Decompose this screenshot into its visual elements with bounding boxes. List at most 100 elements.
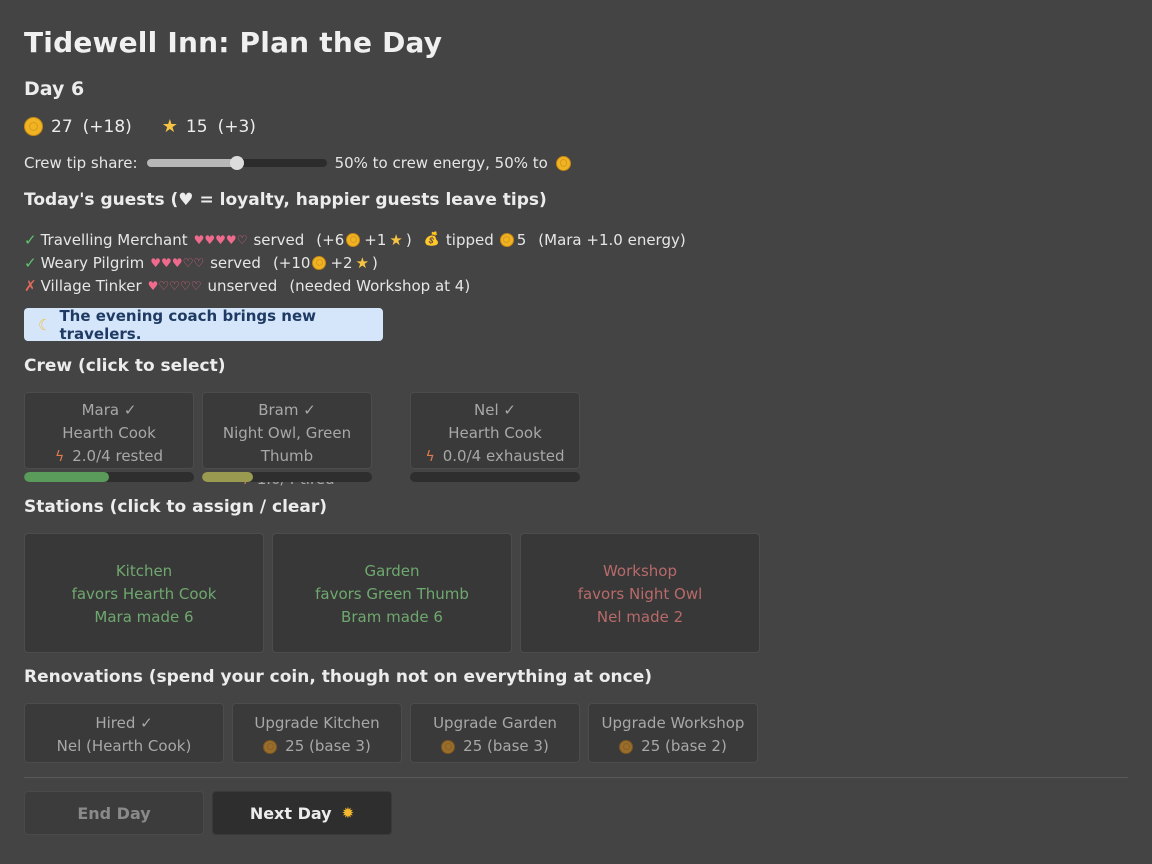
renovation-cost: 25 (base 3) xyxy=(411,735,579,758)
lightning-icon: ϟ xyxy=(55,449,65,465)
loyalty-hearts: ♥♥♥♡♡ xyxy=(150,255,205,270)
renovation-title: Hired ✓ xyxy=(95,714,153,732)
energy-bar-fill xyxy=(202,472,253,482)
served-check-icon: ✓ xyxy=(24,230,37,249)
base-value: (base 3) xyxy=(487,737,549,755)
guest-note: (needed Workshop at 4) xyxy=(289,276,471,295)
station-name: Workshop xyxy=(602,562,677,580)
station-result: Bram made 6 xyxy=(341,608,443,626)
crew-energy: ϟ 2.0/4 rested xyxy=(25,445,193,469)
cost-value: 25 xyxy=(463,737,483,755)
crew-name: Nel ✓ xyxy=(474,401,516,419)
coin-icon xyxy=(499,232,514,247)
day-label: Day 6 xyxy=(24,78,85,100)
gain-close: ) xyxy=(372,253,378,272)
tip-share-caption: 50% to crew energy, 50% to xyxy=(334,154,548,172)
coin-icon xyxy=(441,739,456,754)
station-garden[interactable]: Garden favors Green Thumb Bram made 6 xyxy=(272,533,512,653)
loyalty-hearts: ♥♥♥♥♡ xyxy=(193,232,248,247)
resource-stats: 27 (+18) ★ 15 (+3) xyxy=(24,116,256,137)
upgrade-kitchen-button[interactable]: Upgrade Kitchen 25 (base 3) xyxy=(232,703,402,763)
guest-status: served xyxy=(210,253,261,272)
station-favors: favors Night Owl xyxy=(577,585,703,603)
tip-note: (Mara +1.0 energy) xyxy=(538,230,686,249)
guest-list: ✓ Travelling Merchant ♥♥♥♥♡ served (+6 +… xyxy=(24,228,686,297)
guest-row-merchant: ✓ Travelling Merchant ♥♥♥♥♡ served (+6 +… xyxy=(24,228,686,251)
guest-row-tinker: ✗ Village Tinker ♥♡♡♡♡ unserved (needed … xyxy=(24,274,686,297)
notice-text: The evening coach brings new travelers. xyxy=(59,306,317,343)
upgrade-garden-button[interactable]: Upgrade Garden 25 (base 3) xyxy=(410,703,580,763)
end-day-button[interactable]: End Day xyxy=(24,791,204,835)
tip-share-label: Crew tip share: xyxy=(24,154,138,172)
next-day-button[interactable]: Next Day ✹ xyxy=(212,791,392,835)
crew-traits: Hearth Cook xyxy=(62,424,156,442)
energy-value: 2.0/4 xyxy=(72,447,111,465)
cost-value: 25 xyxy=(285,737,305,755)
renovation-cost: 25 (base 3) xyxy=(233,735,401,758)
guest-name: Village Tinker xyxy=(40,276,142,295)
loyalty-hearts: ♥♡♡♡♡ xyxy=(147,278,202,293)
renovations-heading: Renovations (spend your coin, though not… xyxy=(24,667,652,687)
money-bag-icon: 💰 xyxy=(423,232,440,247)
crew-energy: ϟ 0.0/4 exhausted xyxy=(411,445,579,469)
coin-icon xyxy=(555,155,571,171)
guest-name: Travelling Merchant xyxy=(40,230,188,249)
crew-traits: Hearth Cook xyxy=(448,424,542,442)
unserved-cross-icon: ✗ xyxy=(24,276,37,295)
renovation-title: Upgrade Garden xyxy=(433,714,557,732)
energy-bar-nel xyxy=(410,472,580,482)
coin-delta: (+18) xyxy=(82,116,132,137)
coin-icon xyxy=(312,255,327,270)
upgrade-workshop-button[interactable]: Upgrade Workshop 25 (base 2) xyxy=(588,703,758,763)
star-icon: ★ xyxy=(389,230,403,249)
tip-label: tipped xyxy=(445,230,494,249)
next-day-label: Next Day xyxy=(249,803,332,823)
crew-traits: Night Owl, Green Thumb xyxy=(222,424,352,465)
guest-row-pilgrim: ✓ Weary Pilgrim ♥♥♥♡♡ served (+10 +2 ★ ) xyxy=(24,251,686,274)
crew-card-nel[interactable]: Nel ✓ Hearth Cook ϟ 0.0/4 exhausted xyxy=(410,392,580,469)
renovation-title: Upgrade Workshop xyxy=(601,714,745,732)
coin-icon xyxy=(263,739,278,754)
star-gain: +2 xyxy=(330,253,353,272)
energy-value: 0.0/4 xyxy=(442,447,482,465)
station-result: Nel made 2 xyxy=(596,608,684,626)
renovation-hired[interactable]: Hired ✓ Nel (Hearth Cook) xyxy=(24,703,224,763)
divider xyxy=(24,777,1128,778)
guest-status: unserved xyxy=(207,276,278,295)
star-gain: +1 xyxy=(364,230,387,249)
station-favors: favors Hearth Cook xyxy=(71,585,217,603)
cost-value: 25 xyxy=(641,737,661,755)
crew-heading: Crew (click to select) xyxy=(24,356,226,376)
station-result: Mara made 6 xyxy=(94,608,194,626)
crew-name: Mara ✓ xyxy=(81,401,137,419)
renovation-cost: 25 (base 2) xyxy=(589,735,757,758)
renovation-detail: Nel (Hearth Cook) xyxy=(56,737,192,755)
crew-name: Bram ✓ xyxy=(258,401,316,419)
star-count: 15 xyxy=(185,116,208,137)
tip-share-slider[interactable] xyxy=(146,156,327,170)
coin-icon xyxy=(346,232,361,247)
coin-icon xyxy=(24,117,43,136)
event-notice: ☾ The evening coach brings new travelers… xyxy=(24,306,383,343)
guest-name: Weary Pilgrim xyxy=(40,253,145,272)
base-value: (base 2) xyxy=(665,737,727,755)
stations-heading: Stations (click to assign / clear) xyxy=(24,497,328,517)
guest-status: served xyxy=(253,230,305,249)
tip-share-thumb[interactable] xyxy=(229,156,244,170)
guests-heading: Today's guests (♥ = loyalty, happier gue… xyxy=(24,190,547,210)
coin-gain: (+10 xyxy=(272,253,311,272)
station-name: Kitchen xyxy=(115,562,173,580)
station-kitchen[interactable]: Kitchen favors Hearth Cook Mara made 6 xyxy=(24,533,264,653)
coin-icon xyxy=(619,739,634,754)
tip-share-row: Crew tip share: 50% to crew energy, 50% … xyxy=(24,154,571,172)
station-workshop[interactable]: Workshop favors Night Owl Nel made 2 xyxy=(520,533,760,653)
base-value: (base 3) xyxy=(309,737,371,755)
tip-share-fill xyxy=(146,159,237,167)
star-icon: ★ xyxy=(355,253,370,272)
crew-card-bram[interactable]: Bram ✓ Night Owl, Green Thumb ϟ1.0/4 tir… xyxy=(202,392,372,488)
crew-card-mara[interactable]: Mara ✓ Hearth Cook ϟ 2.0/4 rested xyxy=(24,392,194,469)
coin-count: 27 xyxy=(51,116,73,137)
energy-bar-mara xyxy=(24,472,194,482)
tip-amount: 5 xyxy=(516,230,527,249)
star-delta: (+3) xyxy=(217,116,256,137)
